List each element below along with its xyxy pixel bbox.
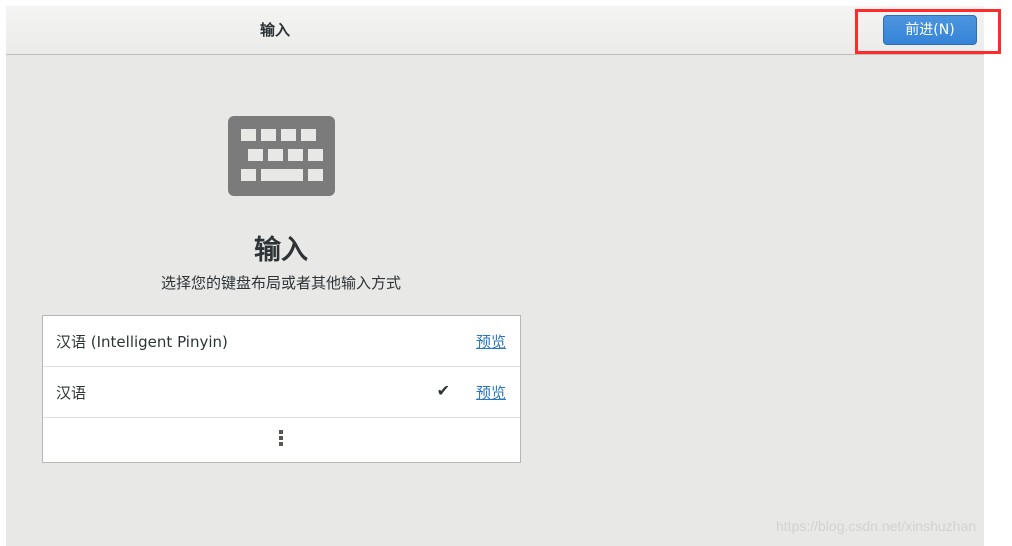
- check-icon: ✔: [436, 381, 450, 400]
- page-title: 输入: [254, 235, 308, 266]
- page-subtitle: 选择您的键盘布局或者其他输入方式: [160, 274, 401, 292]
- preview-link[interactable]: 预览: [476, 382, 506, 403]
- input-source-label: 汉语 (Intelligent Pinyin): [56, 333, 228, 351]
- setup-window: 输入 前进(N) 输入 选择您的键盘布局或者其他输入方式 汉语 (Intelli…: [6, 6, 984, 546]
- input-source-label: 汉语: [56, 384, 87, 402]
- input-source-row[interactable]: 汉语 ✔ 预览: [43, 367, 520, 418]
- input-source-row[interactable]: 汉语 (Intelligent Pinyin) 预览: [43, 316, 520, 367]
- keyboard-icon: [228, 116, 335, 196]
- preview-link[interactable]: 预览: [476, 331, 506, 352]
- header-title: 输入: [259, 21, 290, 39]
- more-options-row[interactable]: [43, 418, 520, 462]
- more-vertical-icon: [279, 430, 283, 448]
- next-button[interactable]: 前进(N): [883, 15, 977, 45]
- watermark: https://blog.csdn.net/xinshuzhan: [776, 518, 977, 534]
- input-source-list: 汉语 (Intelligent Pinyin) 预览 汉语 ✔ 预览: [42, 315, 521, 463]
- header-bar: 输入 前进(N): [6, 6, 984, 55]
